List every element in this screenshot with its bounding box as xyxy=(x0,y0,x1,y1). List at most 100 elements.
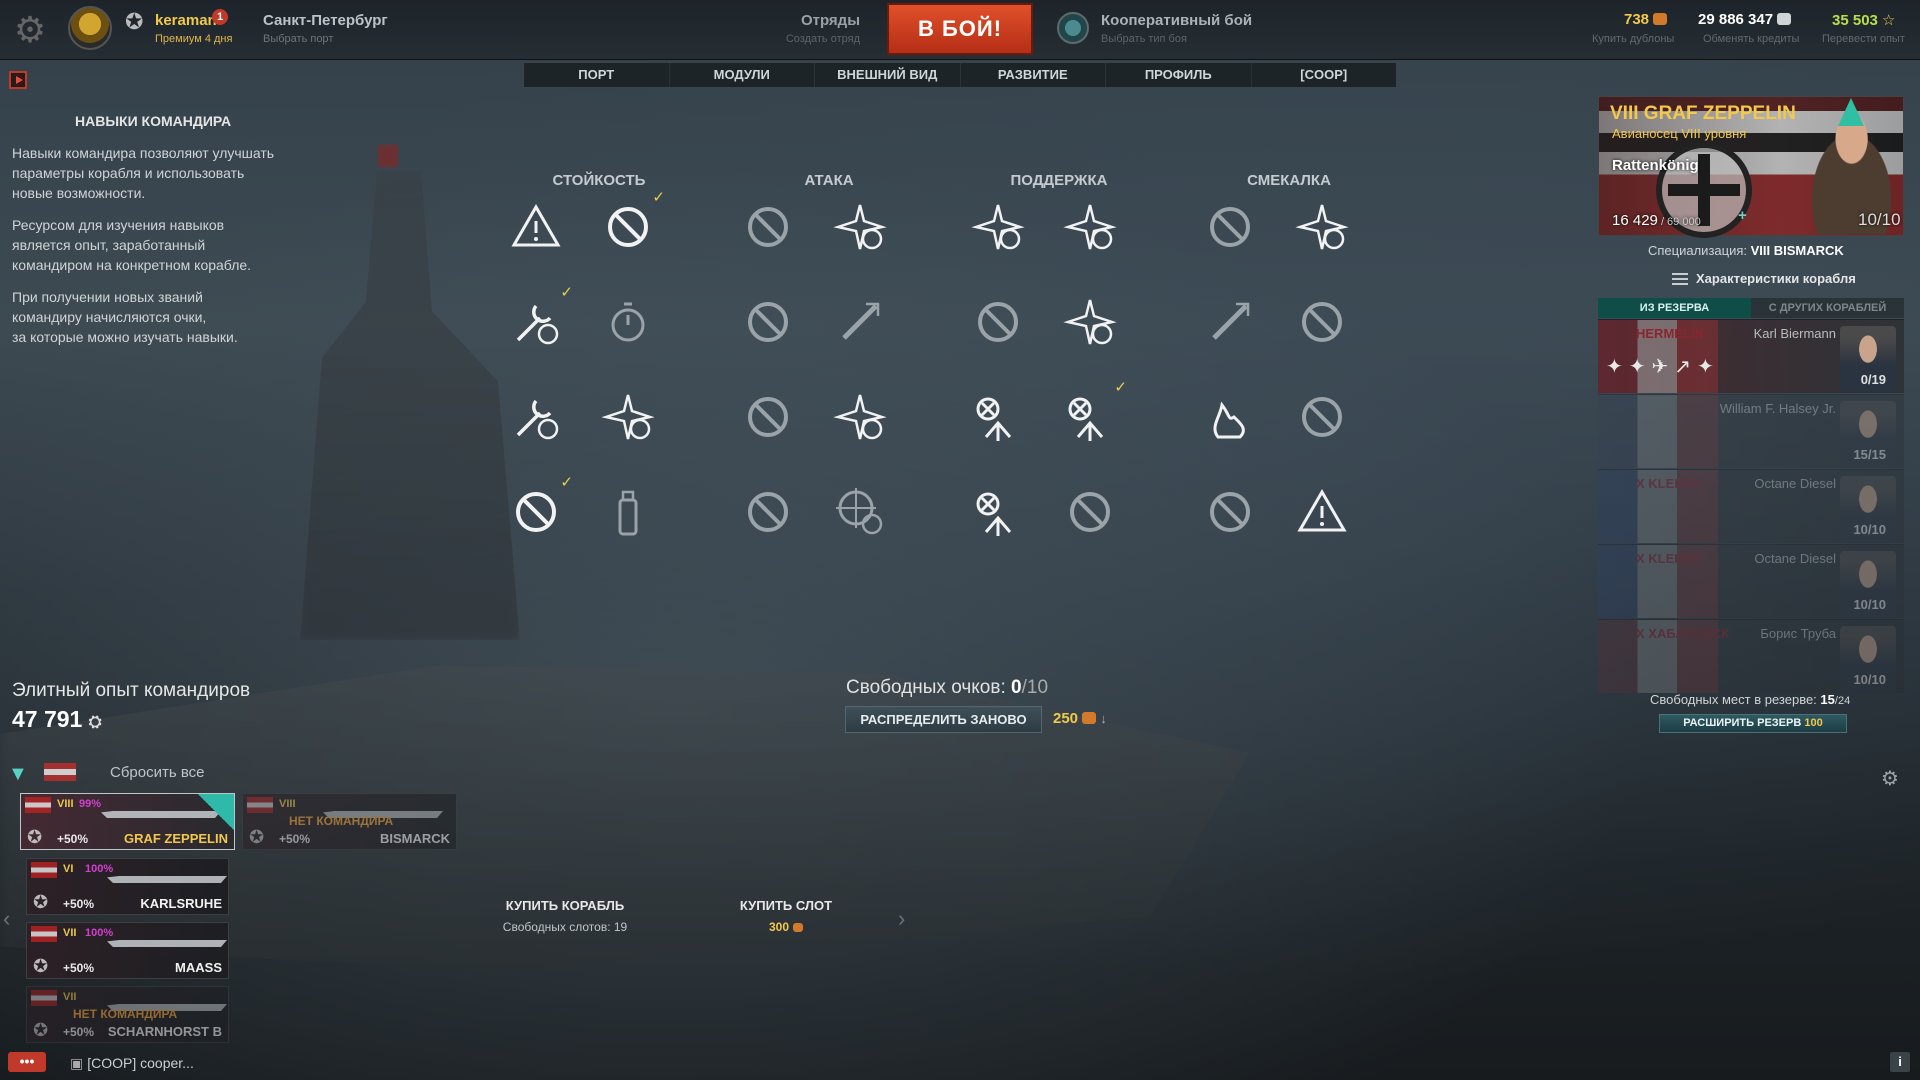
commander-skills-icons: ✦✦✈↗✦ xyxy=(1606,356,1720,378)
username[interactable]: keraman xyxy=(155,12,217,29)
redistribute-button[interactable]: РАСПРЕДЕЛИТЬ ЗАНОВО xyxy=(845,706,1042,733)
doubloon-icon xyxy=(793,923,804,932)
tab-development[interactable]: РАЗВИТИЕ xyxy=(961,63,1106,87)
locked-skill-icon[interactable]: ✓ xyxy=(503,474,573,545)
ship-card[interactable]: VIII НЕТ КОМАНДИРА ✪ +50% BISMARCK xyxy=(242,793,457,850)
learned-check-icon: ✓ xyxy=(1114,379,1127,396)
reserve-commander-row[interactable]: William F. Halsey Jr. 15/15 xyxy=(1598,394,1904,468)
reserve-commander-row[interactable]: HERMELIN Karl Biermann 0/19 ✦✦✈↗✦ xyxy=(1598,319,1904,393)
doubloons-balance[interactable]: 738 xyxy=(1624,11,1668,28)
ship-card[interactable]: VIII 99% ✪ +50% GRAF ZEPPELIN xyxy=(20,793,235,850)
filter-icon[interactable]: ▼ xyxy=(8,763,32,785)
tab-modules[interactable]: МОДУЛИ xyxy=(670,63,815,87)
tab-coop[interactable]: [COOP] xyxy=(1252,63,1397,87)
repair-skill-icon[interactable]: ✓ xyxy=(503,284,573,355)
gun-skill-icon[interactable] xyxy=(1197,289,1263,355)
repair-skill-icon[interactable] xyxy=(503,384,569,450)
ship-card[interactable]: VI 100% ✪ +50% KARLSRUHE xyxy=(26,858,229,915)
xp-bonus-star-icon: ✪ xyxy=(33,892,49,912)
info-paragraph-3: При получении новых званий командиру начи… xyxy=(12,289,238,345)
tab-from-other-ships[interactable]: С ДРУГИХ КОРАБЛЕЙ xyxy=(1751,298,1904,318)
locked-skill-icon[interactable] xyxy=(735,289,801,355)
carousel-left-arrow-icon[interactable]: ‹ xyxy=(3,906,10,932)
credits-balance[interactable]: 29 886 347 xyxy=(1698,11,1792,28)
port-name[interactable]: Санкт-Петербург xyxy=(263,12,388,29)
fire-skill-icon[interactable] xyxy=(1197,384,1263,450)
locked-skill-icon[interactable] xyxy=(1197,194,1263,260)
gear-icon[interactable]: ⚙ xyxy=(1881,766,1899,791)
strike-skill-icon[interactable] xyxy=(965,384,1031,450)
background-flag xyxy=(378,145,398,167)
buy-ship-button[interactable]: КУПИТЬ КОРАБЛЬ xyxy=(480,898,650,913)
video-play-icon[interactable] xyxy=(9,71,27,89)
locked-skill-icon[interactable] xyxy=(735,384,801,450)
reset-all-button[interactable]: Сбросить все xyxy=(110,764,204,781)
locked-skill-icon[interactable] xyxy=(1289,384,1355,450)
target-skill-icon[interactable] xyxy=(827,479,893,545)
aircraft-skill-icon[interactable] xyxy=(1057,194,1123,260)
aircraft-skill-icon[interactable] xyxy=(965,194,1031,260)
commander-ship-class: Авианосец VIII уровня xyxy=(1612,126,1747,141)
chat-button[interactable]: ••• xyxy=(8,1052,46,1072)
aircraft-skill-icon[interactable] xyxy=(595,384,661,450)
expand-reserve-button[interactable]: РАСШИРИТЬ РЕЗЕРВ 100 xyxy=(1659,714,1847,733)
tab-port[interactable]: ПОРТ xyxy=(524,63,670,87)
aircraft-skill-icon[interactable] xyxy=(1289,194,1355,260)
locked-skill-icon[interactable] xyxy=(1197,479,1263,545)
aircraft-skill-icon[interactable] xyxy=(1057,289,1123,355)
ship-xp-percent: 100% xyxy=(85,927,114,939)
notification-badge[interactable]: 1 xyxy=(212,9,228,25)
locked-skill-icon[interactable]: ✓ xyxy=(595,189,665,260)
ship-xp-percent: 99% xyxy=(79,798,102,810)
tab-from-reserve[interactable]: ИЗ РЕЗЕРВА xyxy=(1598,298,1751,318)
tab-appearance[interactable]: ВНЕШНИЙ ВИД xyxy=(815,63,961,87)
locked-skill-icon[interactable] xyxy=(1057,479,1123,545)
reserve-commander-name: William F. Halsey Jr. xyxy=(1719,401,1836,416)
port-select-hint: Выбрать порт xyxy=(263,33,334,45)
nation-flag-icon xyxy=(25,797,51,813)
ship-card[interactable]: VII НЕТ КОМАНДИРА ✪ +50% SCHARNHORST B xyxy=(26,986,229,1043)
nation-flag-icon xyxy=(31,926,57,942)
buy-slot-button[interactable]: КУПИТЬ СЛОТ xyxy=(716,898,856,913)
chat-channel[interactable]: ▣ [COOP] cooper... xyxy=(70,1055,194,1072)
free-xp-balance[interactable]: 35 503 ☆ xyxy=(1832,11,1895,29)
locked-skill-icon[interactable] xyxy=(735,479,801,545)
reserve-commander-row[interactable]: X ХАБАРОВСК Борис Труба 10/10 xyxy=(1598,619,1904,693)
top-bar: ⚙ ✪ keraman 1 Премиум 4 дня Санкт-Петерб… xyxy=(0,0,1920,60)
player-avatar[interactable] xyxy=(68,6,112,50)
add-xp-icon[interactable]: + xyxy=(1738,207,1747,224)
strike-skill-icon[interactable]: ✓ xyxy=(1057,379,1127,450)
ship-name: BISMARCK xyxy=(379,831,450,846)
battle-mode-name[interactable]: Кооперативный бой xyxy=(1101,12,1252,29)
consumable-skill-icon[interactable] xyxy=(595,479,661,545)
xp-bonus: +50% xyxy=(63,897,95,911)
strike-skill-icon[interactable] xyxy=(965,479,1031,545)
aircraft-skill-icon[interactable] xyxy=(827,384,893,450)
aircraft-skill-icon[interactable] xyxy=(827,194,893,260)
warning-skill-icon[interactable] xyxy=(503,194,569,260)
buy-doubloons-link[interactable]: Купить дублоны xyxy=(1592,33,1674,45)
ship-card[interactable]: VII 100% ✪ +50% MAASS xyxy=(26,922,229,979)
reserve-commander-name: Octane Diesel xyxy=(1754,551,1836,566)
exchange-credits-link[interactable]: Обменять кредиты xyxy=(1703,33,1799,45)
gun-skill-icon[interactable] xyxy=(827,289,893,355)
locked-skill-icon[interactable] xyxy=(965,289,1031,355)
battle-mode-icon[interactable] xyxy=(1057,12,1089,44)
commander-name[interactable]: Rattenkönig xyxy=(1612,157,1699,174)
nation-flag-icon xyxy=(247,797,273,813)
carousel-right-arrow-icon[interactable]: › xyxy=(898,906,905,932)
reserve-commander-row[interactable]: X KLEBER Octane Diesel 10/10 xyxy=(1598,469,1904,543)
reserve-commander-row[interactable]: X KLEBER Octane Diesel 10/10 xyxy=(1598,544,1904,618)
locked-skill-icon[interactable] xyxy=(735,194,801,260)
squads-button[interactable]: Отряды xyxy=(760,12,860,29)
timer-skill-icon[interactable] xyxy=(595,289,661,355)
ship-characteristics-button[interactable]: Характеристики корабля xyxy=(1696,271,1856,286)
settings-gear-icon[interactable]: ⚙ xyxy=(10,12,50,48)
nation-flag-filter[interactable] xyxy=(44,763,76,781)
convert-xp-link[interactable]: Перевести опыт xyxy=(1822,33,1905,45)
tab-profile[interactable]: ПРОФИЛЬ xyxy=(1106,63,1252,87)
info-icon[interactable]: i xyxy=(1890,1052,1910,1072)
warning-skill-icon[interactable] xyxy=(1289,479,1355,545)
locked-skill-icon[interactable] xyxy=(1289,289,1355,355)
battle-button[interactable]: В БОЙ! xyxy=(887,3,1033,55)
